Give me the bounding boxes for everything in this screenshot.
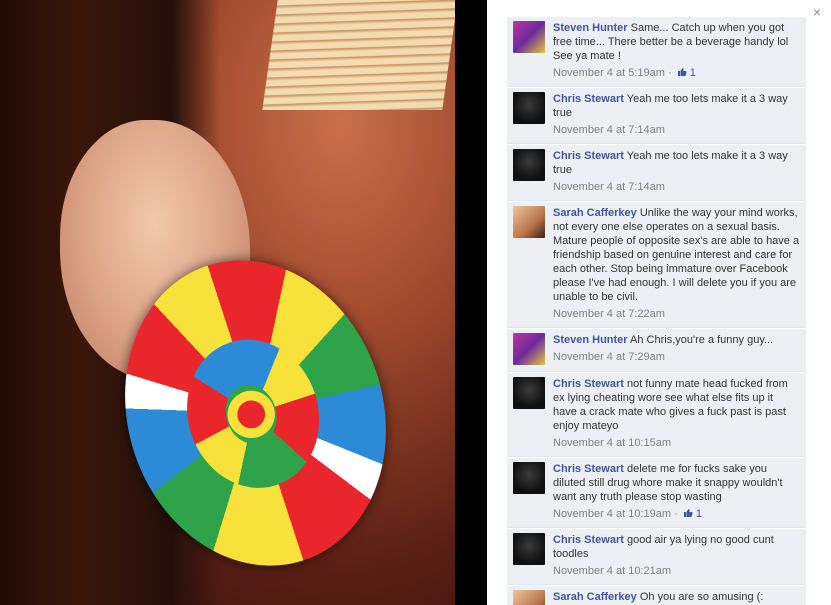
comment-meta: November 4 at 7:14am [553,123,800,137]
comment-item: Sarah Cafferkey Unlike the way your mind… [507,202,806,328]
avatar[interactable] [513,533,545,565]
comment-item: Chris Stewart delete me for fucks sake y… [507,458,806,528]
comment-body: Chris Stewart Yeah me too lets make it a… [553,92,800,137]
avatar[interactable] [513,333,545,365]
comment-author-link[interactable]: Steven Hunter [553,22,628,34]
avatar[interactable] [513,590,545,605]
comment-body: Steven Hunter Same... Catch up when you … [553,21,800,80]
comment-author-link[interactable]: Chris Stewart [553,463,624,475]
comment-author-link[interactable]: Sarah Cafferkey [553,207,637,219]
comments-panel: × Steven Hunter Same... Catch up when yo… [487,0,831,605]
thumbs-up-icon [683,509,693,517]
comment-text: Unlike the way your mind works, not ever… [553,207,800,303]
comment-list: Steven Hunter Same... Catch up when you … [507,17,806,605]
comment-meta: November 4 at 7:22am [553,307,800,321]
avatar[interactable] [513,462,545,494]
comment-meta: November 4 at 10:21am [553,564,800,578]
photo[interactable] [0,0,455,605]
comment-meta: November 4 at 7:14am [553,180,800,194]
comment-body: Chris Stewart not funny mate head fucked… [553,377,800,450]
comment-timestamp[interactable]: November 4 at 5:19am [553,67,665,79]
comment-body: Chris Stewart Yeah me too lets make it a… [553,149,800,194]
comment-body: Chris Stewart good air ya lying no good … [553,533,800,578]
comment-timestamp[interactable]: November 4 at 10:21am [553,565,671,577]
comment-item: Chris Stewart good air ya lying no good … [507,529,806,585]
comment-meta: November 4 at 7:29am [553,350,800,364]
lollipop-swirl [168,322,339,506]
comment-author-link[interactable]: Chris Stewart [553,534,624,546]
lollipop-center [218,378,285,451]
comment-author-link[interactable]: Steven Hunter [553,334,628,346]
avatar[interactable] [513,21,545,53]
comment-timestamp[interactable]: November 4 at 7:14am [553,124,665,136]
comment-body: Steven Hunter Ah Chris,you're a funny gu… [553,333,800,365]
like-count-number: 1 [695,508,702,520]
like-count[interactable]: 1 [675,67,696,79]
comment-timestamp[interactable]: November 4 at 7:29am [553,351,665,363]
photo-border [455,0,487,605]
comment-item: Sarah Cafferkey Oh you are so amusing (:… [507,586,806,605]
comment-item: Chris Stewart Yeah me too lets make it a… [507,88,806,144]
comment-timestamp[interactable]: November 4 at 7:22am [553,308,665,320]
thumbs-up-icon [677,68,687,76]
comment-author-link[interactable]: Chris Stewart [553,378,624,390]
avatar[interactable] [513,149,545,181]
comment-item: Steven Hunter Ah Chris,you're a funny gu… [507,329,806,372]
comment-author-link[interactable]: Chris Stewart [553,93,624,105]
comment-text: Ah Chris,you're a funny guy... [630,334,774,346]
avatar[interactable] [513,92,545,124]
comment-text: Oh you are so amusing (: [639,591,764,603]
window-blind [262,0,455,110]
like-count[interactable]: 1 [681,508,702,520]
comment-item: Chris Stewart Yeah me too lets make it a… [507,145,806,201]
comment-timestamp[interactable]: November 4 at 10:15am [553,437,671,449]
comment-meta: November 4 at 10:19am · 1 [553,508,702,520]
comment-timestamp[interactable]: November 4 at 10:19am [553,508,671,520]
comment-body: Sarah Cafferkey Unlike the way your mind… [553,206,800,321]
comment-body: Sarah Cafferkey Oh you are so amusing (:… [553,590,800,605]
like-count-number: 1 [689,67,696,79]
comment-meta: November 4 at 10:15am [553,436,800,450]
avatar[interactable] [513,206,545,238]
comment-timestamp[interactable]: November 4 at 7:14am [553,181,665,193]
close-icon[interactable]: × [813,5,821,19]
comment-item: Chris Stewart not funny mate head fucked… [507,373,806,457]
comment-author-link[interactable]: Sarah Cafferkey [553,591,637,603]
comment-item: Steven Hunter Same... Catch up when you … [507,17,806,87]
comment-body: Chris Stewart delete me for fucks sake y… [553,462,800,521]
avatar[interactable] [513,377,545,409]
comment-meta: November 4 at 5:19am · 1 [553,67,696,79]
comment-author-link[interactable]: Chris Stewart [553,150,624,162]
photo-viewer [0,0,487,605]
